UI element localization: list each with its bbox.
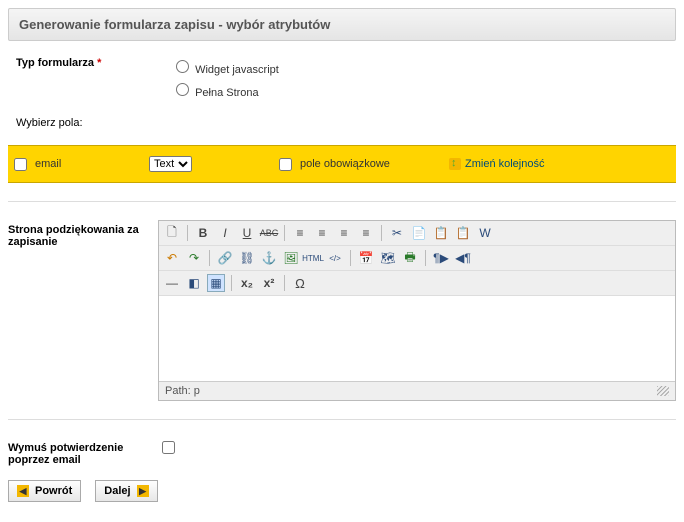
toolbar-row-3: — ◧ ▦ x₂ x² Ω bbox=[159, 271, 675, 296]
table-icon[interactable]: ▦ bbox=[207, 274, 225, 292]
newdoc-icon[interactable]: 🗋 bbox=[163, 224, 181, 242]
page-title: Generowanie formularza zapisu - wybór at… bbox=[8, 8, 676, 41]
paste-word-icon[interactable]: W bbox=[476, 224, 494, 242]
editor-content-area[interactable] bbox=[159, 296, 675, 381]
link-icon[interactable]: 🔗 bbox=[216, 249, 234, 267]
align-justify-icon[interactable]: ≡ bbox=[357, 224, 375, 242]
superscript-icon[interactable]: x² bbox=[260, 274, 278, 292]
required-marker: * bbox=[97, 57, 101, 69]
arrow-left-icon: ◀ bbox=[17, 485, 29, 497]
field-row: email Text pole obowiązkowe Zmień kolejn… bbox=[8, 145, 676, 183]
undo-icon[interactable]: ↶ bbox=[163, 249, 181, 267]
field-mandatory-checkbox[interactable] bbox=[279, 158, 292, 171]
bold-icon[interactable]: B bbox=[194, 224, 212, 242]
redo-icon[interactable]: ↷ bbox=[185, 249, 203, 267]
next-button[interactable]: Dalej ▶ bbox=[95, 480, 157, 502]
date-icon[interactable]: 📅 bbox=[357, 249, 375, 267]
field-email-checkbox[interactable] bbox=[14, 158, 27, 171]
separator bbox=[284, 225, 285, 241]
divider bbox=[8, 201, 676, 202]
align-center-icon[interactable]: ≡ bbox=[313, 224, 331, 242]
toolbar-row-1: 🗋 B I U ABC ≡ ≡ ≡ ≡ ✂ 📄 📋 📋 W bbox=[159, 221, 675, 246]
form-type-row: Typ formularza * Widget javascript Pełna… bbox=[16, 57, 668, 103]
form-type-label: Typ formularza bbox=[16, 57, 94, 69]
map-icon[interactable]: 🗺 bbox=[379, 249, 397, 267]
divider bbox=[8, 419, 676, 420]
back-button-label: Powrót bbox=[35, 485, 72, 497]
image-icon[interactable]: 🖼 bbox=[282, 249, 300, 267]
italic-icon[interactable]: I bbox=[216, 224, 234, 242]
anchor-icon[interactable]: ⚓ bbox=[260, 249, 278, 267]
resize-handle-icon[interactable] bbox=[657, 386, 669, 396]
paste-text-icon[interactable]: 📋 bbox=[454, 224, 472, 242]
field-mandatory-label: pole obowiązkowe bbox=[300, 158, 390, 170]
editor-status-bar: Path: p bbox=[159, 381, 675, 400]
reorder-link[interactable]: Zmień kolejność bbox=[449, 158, 544, 170]
radio-widget[interactable]: Widget javascript bbox=[171, 57, 279, 76]
strikethrough-icon[interactable]: ABC bbox=[260, 224, 278, 242]
thank-you-label: Strona podziękowania za zapisanie bbox=[8, 220, 158, 401]
radio-widget-input[interactable] bbox=[176, 60, 189, 73]
reorder-label: Zmień kolejność bbox=[465, 158, 544, 170]
paste-icon[interactable]: 📋 bbox=[432, 224, 450, 242]
erase-icon[interactable]: ◧ bbox=[185, 274, 203, 292]
copy-icon[interactable]: 📄 bbox=[410, 224, 428, 242]
align-left-icon[interactable]: ≡ bbox=[291, 224, 309, 242]
separator bbox=[231, 275, 232, 291]
hr-icon[interactable]: — bbox=[163, 274, 181, 292]
separator bbox=[425, 250, 426, 266]
separator bbox=[381, 225, 382, 241]
field-type-select[interactable]: Text bbox=[149, 156, 192, 172]
radio-fullpage[interactable]: Pełna Strona bbox=[171, 80, 279, 99]
separator bbox=[187, 225, 188, 241]
arrow-right-icon: ▶ bbox=[137, 485, 149, 497]
radio-widget-label: Widget javascript bbox=[195, 64, 279, 76]
rtl-icon[interactable]: ◀¶ bbox=[454, 249, 472, 267]
separator bbox=[284, 275, 285, 291]
field-email-label: email bbox=[35, 158, 61, 170]
toolbar-row-2: ↶ ↷ 🔗 ⛓ ⚓ 🖼 HTML </> 📅 🗺 🖶 ¶▶ ◀¶ bbox=[159, 246, 675, 271]
confirm-email-checkbox[interactable] bbox=[162, 441, 175, 454]
underline-icon[interactable]: U bbox=[238, 224, 256, 242]
cut-icon[interactable]: ✂ bbox=[388, 224, 406, 242]
code-icon[interactable]: </> bbox=[326, 249, 344, 267]
unlink-icon[interactable]: ⛓ bbox=[238, 249, 256, 267]
special-char-icon[interactable]: Ω bbox=[291, 274, 309, 292]
back-button[interactable]: ◀ Powrót bbox=[8, 480, 81, 502]
fields-section-title: Wybierz pola: bbox=[16, 117, 668, 129]
reorder-icon bbox=[449, 158, 461, 170]
print-icon[interactable]: 🖶 bbox=[401, 249, 419, 267]
align-right-icon[interactable]: ≡ bbox=[335, 224, 353, 242]
separator bbox=[209, 250, 210, 266]
editor-path: Path: p bbox=[165, 385, 200, 397]
html-icon[interactable]: HTML bbox=[304, 249, 322, 267]
separator bbox=[350, 250, 351, 266]
ltr-icon[interactable]: ¶▶ bbox=[432, 249, 450, 267]
subscript-icon[interactable]: x₂ bbox=[238, 274, 256, 292]
radio-fullpage-input[interactable] bbox=[176, 83, 189, 96]
radio-fullpage-label: Pełna Strona bbox=[195, 87, 259, 99]
next-button-label: Dalej bbox=[104, 485, 130, 497]
rich-text-editor: 🗋 B I U ABC ≡ ≡ ≡ ≡ ✂ 📄 📋 📋 W ↶ ↷ 🔗 ⛓ ⚓ … bbox=[158, 220, 676, 401]
confirm-email-label: Wymuś potwierdzenie poprzez email bbox=[8, 438, 158, 466]
